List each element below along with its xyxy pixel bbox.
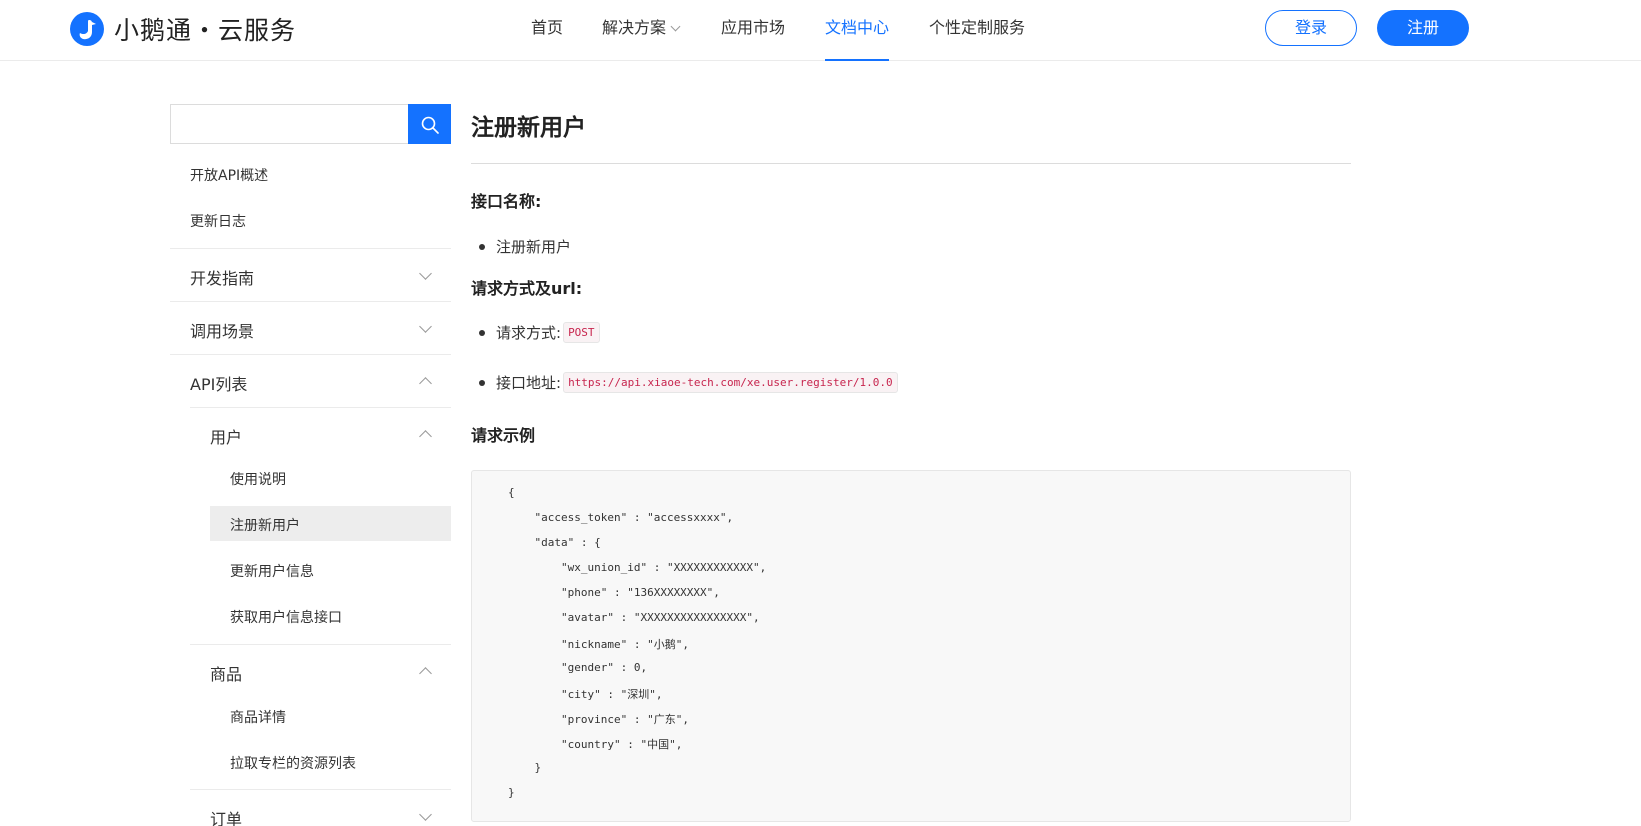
- search-input[interactable]: [170, 104, 408, 144]
- sidebar-item-register-user-label: 注册新用户: [230, 518, 300, 534]
- search-button[interactable]: [408, 104, 451, 144]
- sidebar-search: [170, 104, 451, 144]
- code-line: "country" : "中国",: [508, 738, 683, 751]
- heading-method-url: 请求方式及url:: [471, 279, 583, 298]
- sidebar-section-goods[interactable]: 商品: [210, 661, 242, 685]
- nav-app-market-label: 应用市场: [721, 18, 786, 37]
- url-label: 接口地址:: [496, 374, 562, 392]
- bullet-icon: [479, 329, 485, 336]
- chevron-up-icon[interactable]: [419, 667, 432, 680]
- docs-sidebar: 开放API概述 更新日志 开发指南 调用场景 API列表 用户 使用说明 注册新…: [170, 104, 451, 826]
- url-value: https://api.xiaoe-tech.com/xe.user.regis…: [563, 372, 898, 393]
- page-title: 注册新用户: [471, 115, 586, 141]
- nav-solutions-label: 解决方案: [602, 18, 667, 37]
- code-line: }: [508, 786, 515, 799]
- chevron-down-icon[interactable]: [419, 808, 432, 821]
- divider: [190, 644, 451, 645]
- divider: [170, 354, 451, 355]
- chevron-up-icon[interactable]: [419, 430, 432, 443]
- nav-home[interactable]: 首页: [531, 0, 563, 61]
- chevron-down-icon[interactable]: [419, 320, 432, 333]
- heading-interface-name: 接口名称:: [471, 192, 542, 211]
- chevron-down-icon: [670, 21, 681, 32]
- interface-name-value: 注册新用户: [496, 238, 572, 256]
- code-line: "gender" : 0,: [508, 661, 648, 674]
- code-line: "province" : "广东",: [508, 713, 689, 726]
- sidebar-item-changelog[interactable]: 更新日志: [190, 211, 246, 231]
- code-line: "phone" : "136XXXXXXXX",: [508, 586, 720, 599]
- sidebar-item-api-overview[interactable]: 开放API概述: [190, 165, 268, 185]
- nav-app-market[interactable]: 应用市场: [721, 0, 785, 61]
- top-header: 小鹅通・云服务 首页 解决方案 应用市场 文档中心 个性定制服务 登录 注册: [0, 0, 1641, 61]
- divider: [170, 301, 451, 302]
- code-line: "city" : "深圳",: [508, 688, 663, 701]
- nav-docs-label: 文档中心: [825, 18, 890, 37]
- sidebar-section-orders[interactable]: 订单: [210, 806, 242, 826]
- sidebar-item-update-user[interactable]: 更新用户信息: [230, 561, 314, 581]
- code-line: }: [508, 761, 542, 774]
- sidebar-group-api-list[interactable]: API列表: [190, 371, 247, 395]
- brand-name: 小鹅通・云服务: [114, 16, 297, 45]
- divider: [190, 789, 451, 790]
- register-button[interactable]: 注册: [1377, 10, 1469, 46]
- search-icon: [421, 116, 439, 134]
- login-button[interactable]: 登录: [1265, 10, 1357, 46]
- nav-home-label: 首页: [531, 18, 564, 37]
- chevron-down-icon[interactable]: [419, 267, 432, 280]
- chevron-up-icon[interactable]: [419, 377, 432, 390]
- code-line: "avatar" : "XXXXXXXXXXXXXXXX",: [508, 611, 760, 624]
- nav-custom-service[interactable]: 个性定制服务: [929, 0, 1025, 61]
- code-line: {: [508, 486, 515, 499]
- list-item: 请求方式: POST: [471, 322, 600, 343]
- nav-solutions[interactable]: 解决方案: [602, 0, 681, 61]
- sidebar-item-goods-detail[interactable]: 商品详情: [230, 707, 286, 727]
- sidebar-item-get-user-info[interactable]: 获取用户信息接口: [230, 607, 342, 627]
- sidebar-item-column-resources[interactable]: 拉取专栏的资源列表: [230, 753, 356, 773]
- sidebar-section-user[interactable]: 用户: [210, 424, 242, 448]
- divider: [471, 163, 1351, 164]
- divider: [170, 248, 451, 249]
- list-item: 注册新用户: [471, 236, 571, 257]
- heading-request-example: 请求示例: [471, 426, 536, 445]
- method-value: POST: [563, 322, 600, 343]
- bullet-icon: [479, 243, 485, 250]
- goose-logo-icon: [70, 12, 104, 46]
- code-line: "access_token" : "accessxxxx",: [508, 511, 734, 524]
- code-line: "nickname" : "小鹅",: [508, 638, 689, 651]
- bullet-icon: [479, 379, 485, 386]
- brand-logo[interactable]: 小鹅通・云服务: [70, 11, 296, 47]
- code-line: "wx_union_id" : "XXXXXXXXXXXX",: [508, 561, 767, 574]
- code-line: "data" : {: [508, 536, 601, 549]
- sidebar-group-scenarios[interactable]: 调用场景: [190, 318, 254, 342]
- code-block: { "access_token" : "accessxxxx", "data" …: [471, 470, 1351, 822]
- list-item: 接口地址: https://api.xiaoe-tech.com/xe.user…: [471, 372, 898, 393]
- method-label: 请求方式:: [496, 324, 562, 342]
- nav-custom-service-label: 个性定制服务: [929, 18, 1026, 37]
- nav-docs[interactable]: 文档中心: [825, 0, 890, 61]
- divider: [190, 407, 451, 408]
- sidebar-group-dev-guide[interactable]: 开发指南: [190, 265, 254, 289]
- sidebar-item-usage[interactable]: 使用说明: [230, 469, 286, 489]
